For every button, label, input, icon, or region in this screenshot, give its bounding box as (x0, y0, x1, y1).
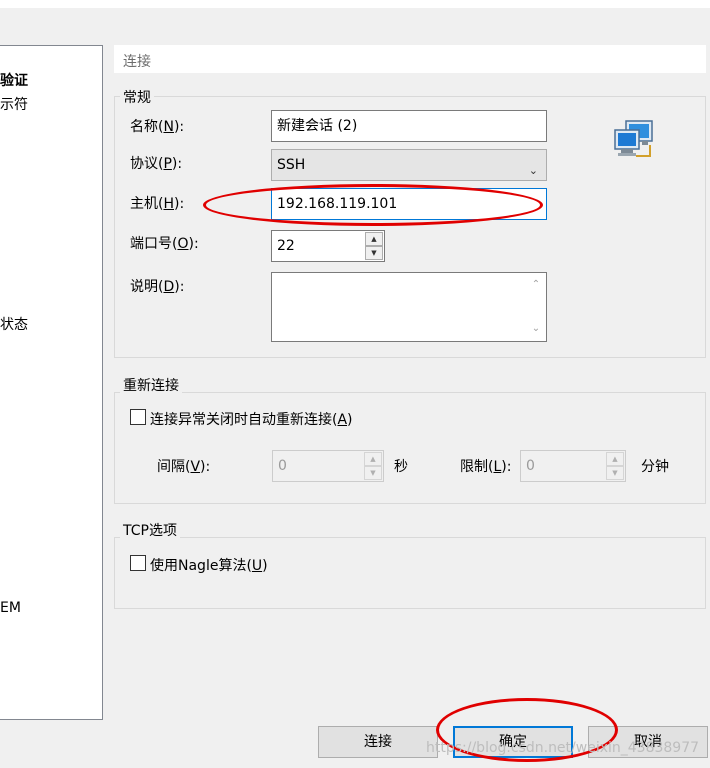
port-decrement-button[interactable]: ▼ (365, 246, 383, 260)
limit-unit: 分钟 (641, 459, 669, 475)
auto-reconnect-checkbox[interactable] (130, 409, 146, 425)
scroll-up-icon[interactable]: ⌃ (527, 276, 545, 294)
tcp-group-title: TCP选项 (120, 520, 180, 540)
category-tree[interactable]: 验证 示符 状态 EM (0, 45, 103, 720)
interval-unit: 秒 (394, 459, 408, 475)
protocol-select[interactable]: SSH ⌄ (271, 149, 547, 181)
limit-increment-button[interactable]: ▲ (606, 452, 624, 466)
network-computers-icon (612, 118, 656, 162)
cancel-button[interactable]: 取消 (588, 726, 708, 758)
tree-item-prompt[interactable]: 示符 (0, 94, 28, 114)
protocol-label: 协议(P): (130, 156, 183, 172)
description-label: 说明(D): (130, 279, 185, 295)
nagle-label[interactable]: 使用Nagle算法(U) (150, 555, 268, 575)
reconnect-group-title: 重新连接 (120, 375, 182, 395)
top-strip (0, 0, 710, 8)
limit-stepper[interactable]: 0 ▲ ▼ (520, 450, 626, 482)
chevron-down-icon: ⌄ (528, 164, 538, 177)
name-field[interactable]: 新建会话 (2) (271, 110, 547, 142)
name-label: 名称(N): (130, 119, 185, 135)
interval-label: 间隔(V): (157, 459, 211, 475)
tree-item-auth[interactable]: 验证 (0, 70, 28, 90)
limit-label: 限制(L): (460, 459, 512, 475)
host-label: 主机(H): (130, 196, 185, 212)
interval-stepper[interactable]: 0 ▲ ▼ (272, 450, 384, 482)
ok-button[interactable]: 确定 (453, 726, 573, 758)
connect-button[interactable]: 连接 (318, 726, 438, 758)
interval-decrement-button[interactable]: ▼ (364, 466, 382, 480)
tree-item-status[interactable]: 状态 (0, 314, 28, 334)
general-group-title: 常规 (120, 87, 154, 107)
auto-reconnect-label[interactable]: 连接异常关闭时自动重新连接(A) (150, 409, 353, 429)
description-scrollbar[interactable]: ⌃ ⌄ (527, 274, 545, 340)
limit-value: 0 (526, 458, 535, 474)
description-textarea[interactable]: ⌃ ⌄ (271, 272, 547, 342)
port-stepper[interactable]: 22 ▲ ▼ (271, 230, 385, 262)
port-increment-button[interactable]: ▲ (365, 232, 383, 246)
tree-item-em[interactable]: EM (0, 600, 21, 616)
port-value: 22 (277, 238, 295, 254)
nagle-checkbox[interactable] (130, 555, 146, 571)
limit-decrement-button[interactable]: ▼ (606, 466, 624, 480)
port-label: 端口号(O): (130, 236, 199, 252)
host-field[interactable]: 192.168.119.101 (271, 188, 547, 220)
scroll-down-icon[interactable]: ⌄ (527, 320, 545, 338)
interval-value: 0 (278, 458, 287, 474)
protocol-value: SSH (277, 157, 306, 173)
page-title: 连接 (114, 45, 706, 73)
interval-increment-button[interactable]: ▲ (364, 452, 382, 466)
